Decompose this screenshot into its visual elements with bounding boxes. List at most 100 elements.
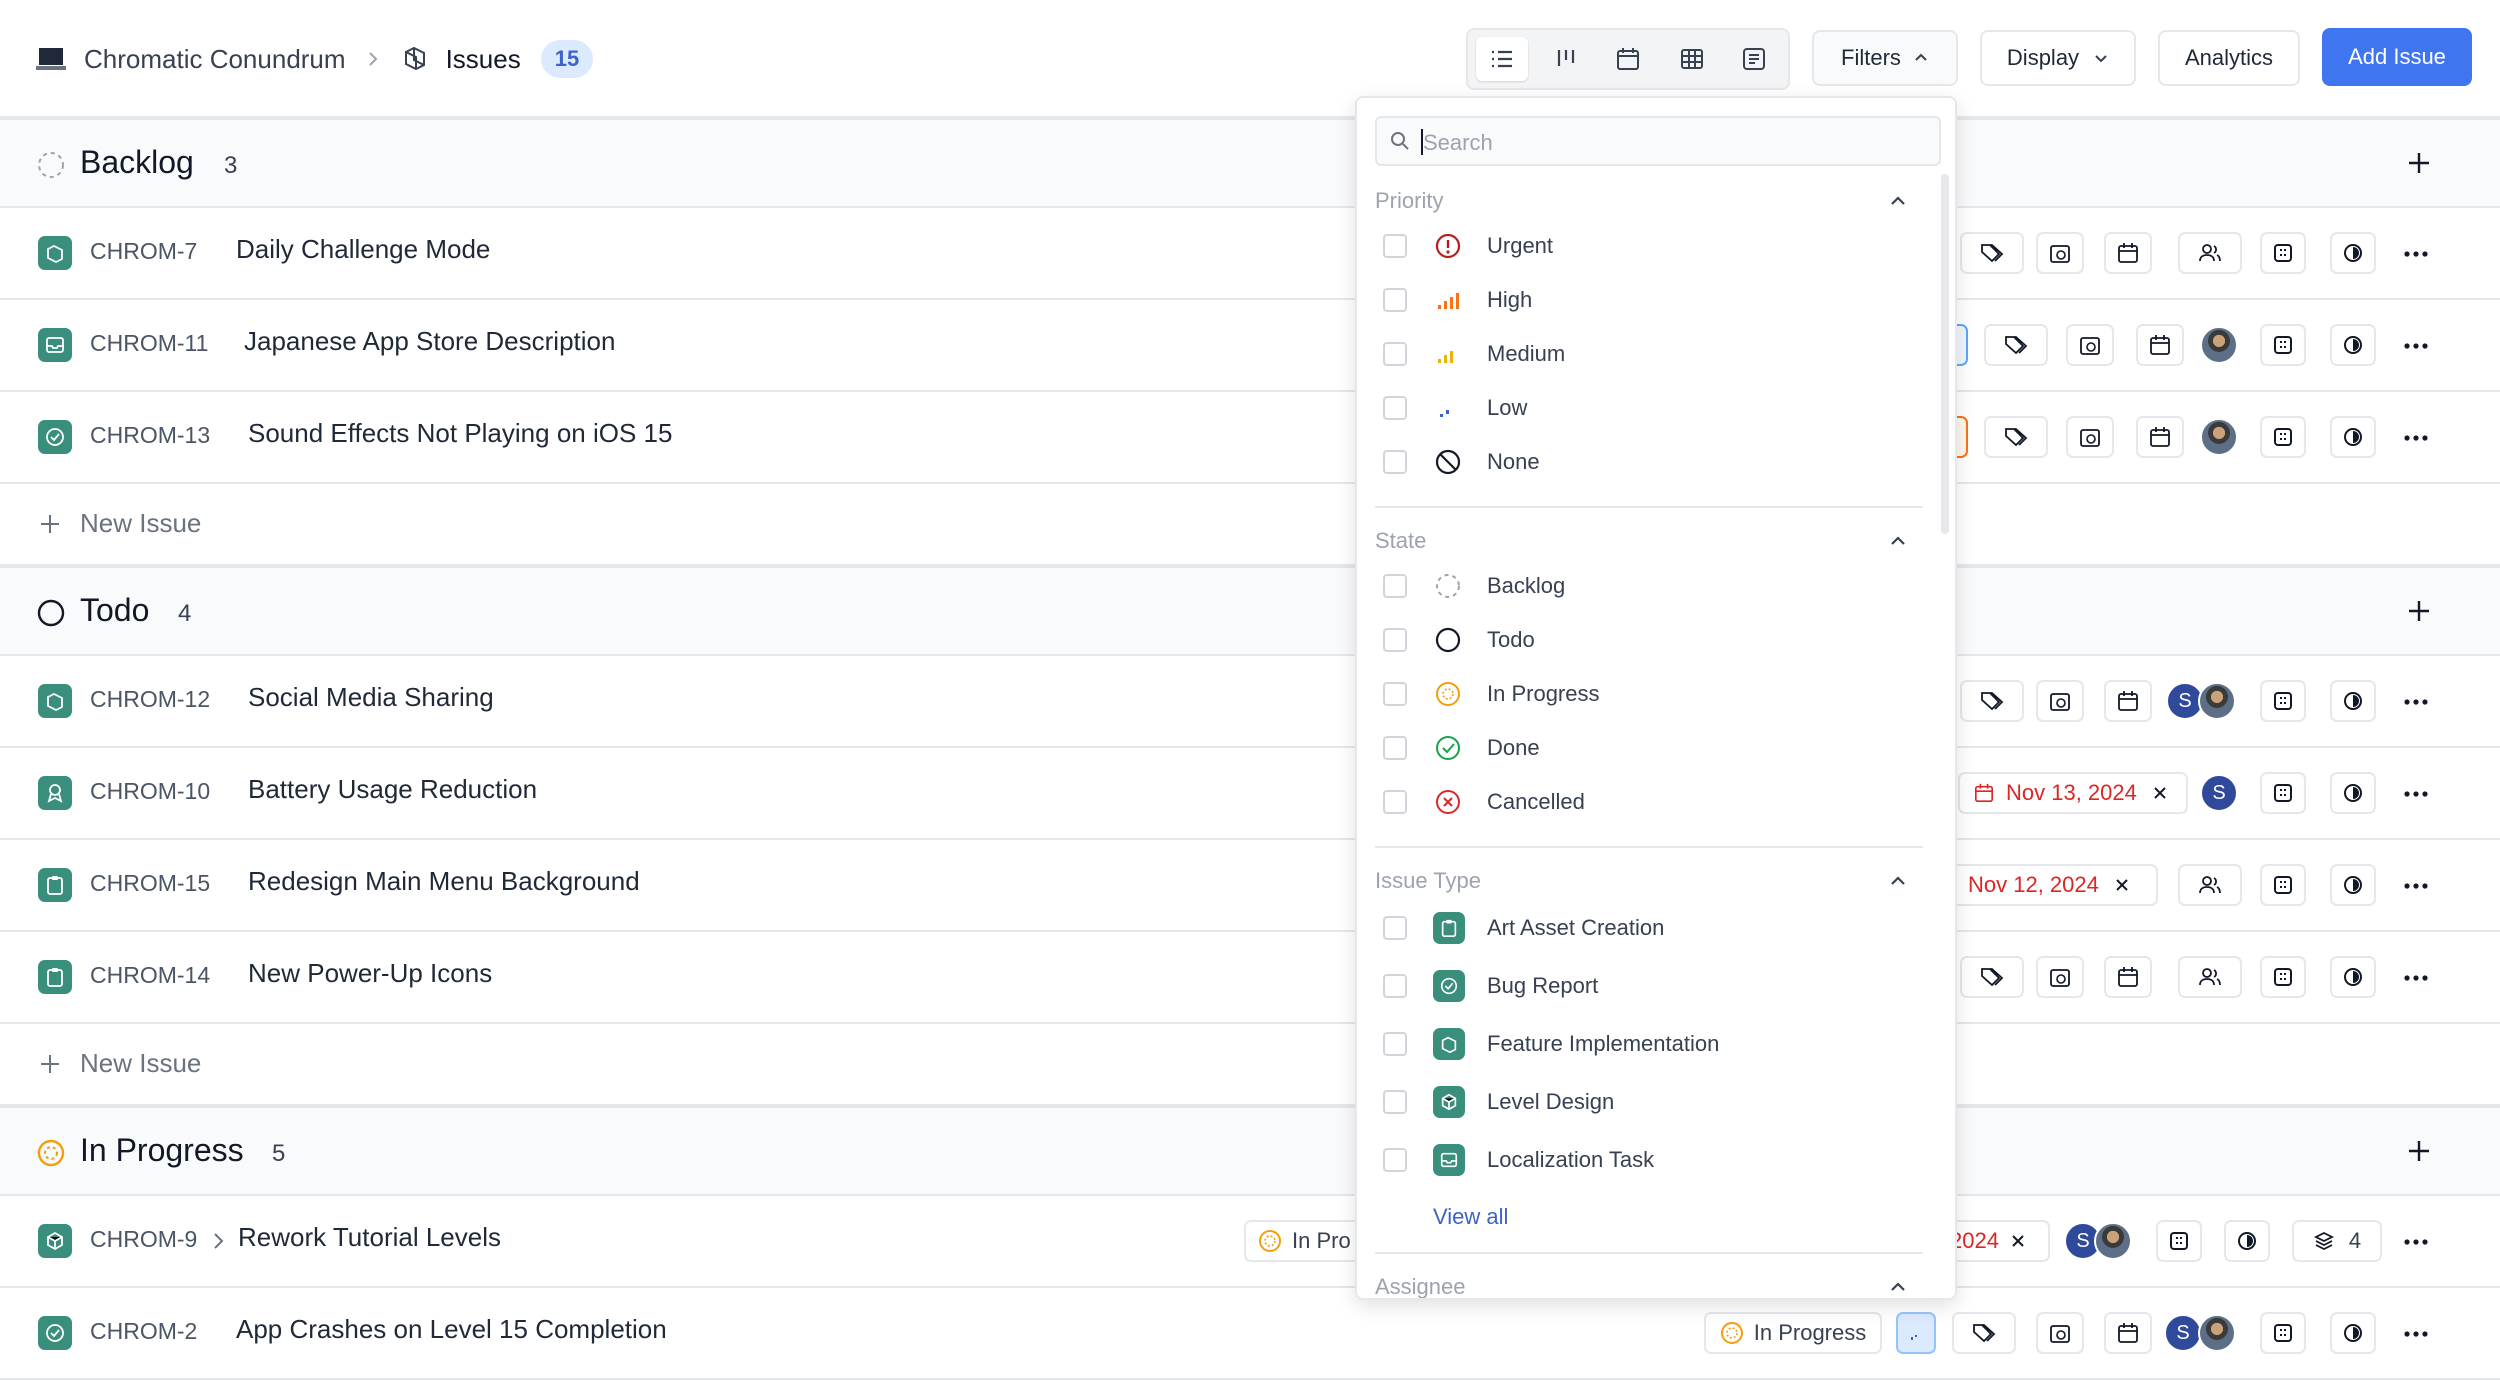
estimate-button[interactable] (2260, 864, 2306, 906)
sub-issues-button[interactable]: 4 (2292, 1220, 2382, 1262)
more-options-icon[interactable] (2402, 966, 2430, 990)
filter-option-urgent[interactable]: Urgent (1383, 226, 1553, 266)
contrast-button[interactable] (2330, 956, 2376, 998)
estimate-button[interactable] (2260, 232, 2306, 274)
kanban-layout-icon[interactable] (1540, 37, 1592, 81)
estimate-button[interactable] (2156, 1220, 2202, 1262)
estimate-button[interactable] (2260, 416, 2306, 458)
new-issue-row[interactable]: New Issue (0, 1024, 2500, 1106)
state-chip[interactable]: In Progress (1704, 1312, 1882, 1354)
add-issue-icon[interactable] (2404, 596, 2434, 626)
issue-title[interactable]: Daily Challenge Mode (236, 234, 490, 265)
users-button[interactable] (2178, 956, 2242, 998)
filter-option-todo[interactable]: Todo (1383, 620, 1535, 660)
tag-button[interactable] (1984, 324, 2048, 366)
contrast-button[interactable] (2330, 680, 2376, 722)
calendar-clock-button[interactable] (2036, 232, 2084, 274)
contrast-button[interactable] (2330, 416, 2376, 458)
filter-option-done[interactable]: Done (1383, 728, 1540, 768)
issue-title[interactable]: New Power-Up Icons (248, 958, 492, 989)
chevron-up-icon[interactable] (1887, 190, 1909, 212)
more-options-icon[interactable] (2402, 782, 2430, 806)
checkbox[interactable] (1383, 288, 1407, 312)
filter-option-localization-task[interactable]: Localization Task (1383, 1140, 1654, 1180)
calendar-button[interactable] (2104, 680, 2152, 722)
estimate-button[interactable] (2260, 1312, 2306, 1354)
module-button[interactable] (2330, 1312, 2376, 1354)
more-options-icon[interactable] (2402, 242, 2430, 266)
filter-option-high[interactable]: High (1383, 280, 1532, 320)
expand-chevron-icon[interactable] (210, 1230, 228, 1252)
due-date-button[interactable] (2104, 1312, 2152, 1354)
checkbox[interactable] (1383, 682, 1407, 706)
issue-title[interactable]: App Crashes on Level 15 Completion (236, 1314, 667, 1345)
analytics-button[interactable]: Analytics (2158, 30, 2300, 86)
issue-title[interactable]: Sound Effects Not Playing on iOS 15 (248, 418, 672, 449)
due-date-chip[interactable]: Nov 13, 2024 (1958, 772, 2188, 814)
project-name[interactable]: Chromatic Conundrum (84, 44, 346, 75)
more-options-icon[interactable] (2402, 874, 2430, 898)
close-icon[interactable] (2153, 786, 2167, 800)
calendar-clock-button[interactable] (2036, 956, 2084, 998)
filter-option-art-asset-creation[interactable]: Art Asset Creation (1383, 908, 1664, 948)
chevron-up-icon[interactable] (1887, 1276, 1909, 1298)
issue-title[interactable]: Japanese App Store Description (244, 326, 615, 357)
checkbox[interactable] (1383, 234, 1407, 258)
filter-option-medium[interactable]: Medium (1383, 334, 1565, 374)
avatar[interactable] (2198, 682, 2236, 720)
checkbox[interactable] (1383, 790, 1407, 814)
add-issue-icon[interactable] (2404, 1136, 2434, 1166)
calendar-button[interactable] (2104, 956, 2152, 998)
close-icon[interactable] (2011, 1234, 2025, 1248)
avatar[interactable] (2094, 1222, 2132, 1260)
filters-button[interactable]: Filters (1812, 30, 1958, 86)
avatar[interactable] (2200, 418, 2238, 456)
checkbox[interactable] (1383, 736, 1407, 760)
checkbox[interactable] (1383, 450, 1407, 474)
calendar-button[interactable] (2104, 232, 2152, 274)
spreadsheet-layout-icon[interactable] (1666, 37, 1718, 81)
calendar-clock-button[interactable] (2066, 416, 2114, 458)
calendar-clock-button[interactable] (2066, 324, 2114, 366)
checkbox[interactable] (1383, 396, 1407, 420)
calendar-button[interactable] (2136, 416, 2184, 458)
filter-option-level-design[interactable]: Level Design (1383, 1082, 1614, 1122)
filter-option-backlog[interactable]: Backlog (1383, 566, 1565, 606)
view-all-link[interactable]: View all (1433, 1204, 1508, 1230)
checkbox[interactable] (1383, 574, 1407, 598)
labels-button[interactable] (1952, 1312, 2016, 1354)
contrast-button[interactable] (2330, 232, 2376, 274)
calendar-layout-icon[interactable] (1602, 37, 1654, 81)
checkbox[interactable] (1383, 1148, 1407, 1172)
checkbox[interactable] (1383, 1032, 1407, 1056)
contrast-button[interactable] (2330, 324, 2376, 366)
issue-title[interactable]: Battery Usage Reduction (248, 774, 537, 805)
new-issue-row[interactable]: New Issue (0, 484, 2500, 566)
add-issue-icon[interactable] (2404, 148, 2434, 178)
list-layout-icon[interactable] (1476, 37, 1528, 81)
estimate-button[interactable] (2260, 772, 2306, 814)
checkbox[interactable] (1383, 916, 1407, 940)
estimate-button[interactable] (2260, 956, 2306, 998)
priority-chip[interactable] (1896, 1312, 1936, 1354)
estimate-button[interactable] (2260, 680, 2306, 722)
filter-option-low[interactable]: Low (1383, 388, 1527, 428)
issue-title[interactable]: Social Media Sharing (248, 682, 494, 713)
calendar-button[interactable] (2136, 324, 2184, 366)
issue-title[interactable]: Redesign Main Menu Background (248, 866, 640, 897)
gantt-layout-icon[interactable] (1728, 37, 1780, 81)
table-row[interactable]: CHROM-13 Sound Effects Not Playing on iO… (0, 392, 2500, 484)
table-row[interactable]: CHROM-9 Rework Tutorial Levels In Pro 20… (0, 1196, 2500, 1288)
filter-option-in-progress[interactable]: In Progress (1383, 674, 1600, 714)
tag-button[interactable] (1960, 680, 2024, 722)
issue-title[interactable]: Rework Tutorial Levels (238, 1222, 501, 1253)
table-row[interactable]: CHROM-2 App Crashes on Level 15 Completi… (0, 1288, 2500, 1380)
due-date-chip[interactable]: Nov 12, 2024 (1946, 864, 2158, 906)
more-options-icon[interactable] (2402, 1322, 2430, 1346)
filter-option-feature-implementation[interactable]: Feature Implementation (1383, 1024, 1719, 1064)
more-options-icon[interactable] (2402, 690, 2430, 714)
avatar[interactable]: S (2200, 774, 2238, 812)
due-date-chip[interactable]: 2024 (1950, 1220, 2050, 1262)
users-button[interactable] (2178, 864, 2242, 906)
avatar[interactable]: S (2164, 1314, 2202, 1352)
